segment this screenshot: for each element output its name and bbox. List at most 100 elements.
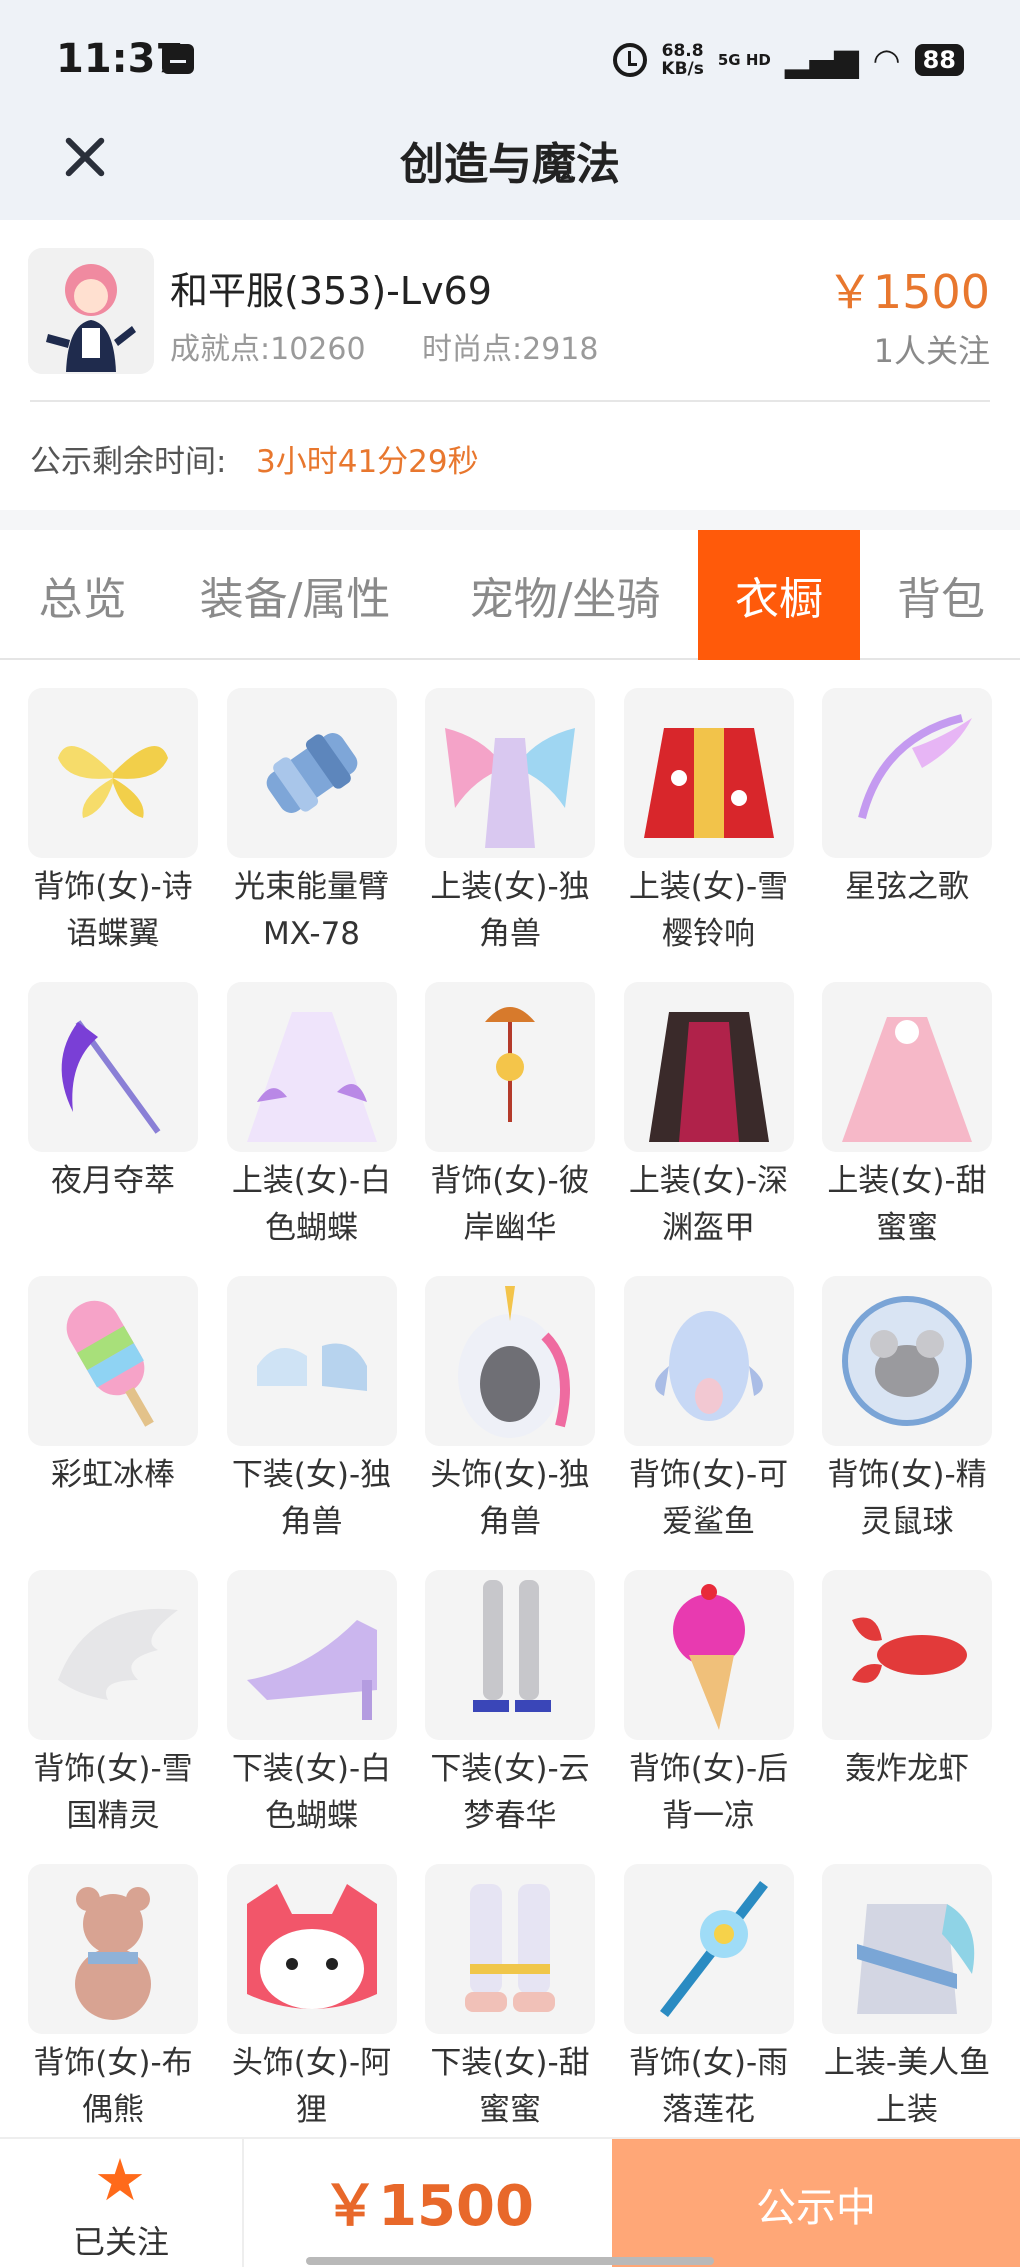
wardrobe-item-label: 上装-美人鱼上装 [823, 2045, 991, 2128]
wardrobe-item-label: 下装(女)-白色蝴蝶 [231, 1751, 392, 1834]
publicity-status-button[interactable]: 公示中 [612, 2139, 1020, 2267]
wardrobe-item[interactable]: 背饰(女)-精灵鼠球 [822, 1276, 992, 1546]
section-gap [0, 510, 1020, 530]
server-name: 和平服(353)-Lv69 [170, 269, 492, 313]
wardrobe-item[interactable]: 背饰(女)-雨落莲花 [623, 1864, 794, 2134]
signal-icon: ▂▄▆ [784, 41, 859, 79]
sandal-legs-icon [425, 1570, 595, 1740]
wardrobe-item-label: 背饰(女)-诗语蝶翼 [33, 869, 193, 952]
countdown-value: 3小时41分29秒 [256, 444, 479, 480]
countdown-label: 公示剩余时间: [30, 444, 227, 480]
wardrobe-item-label: 星弦之歌 [845, 869, 969, 905]
wardrobe-item[interactable]: 星弦之歌 [822, 688, 992, 911]
heel-shoe-icon [226, 1570, 397, 1740]
ali-fox-mask-icon [226, 1864, 397, 2034]
wardrobe-item[interactable]: 头饰(女)-独角兽 [425, 1276, 595, 1546]
energy-arm-icon [226, 688, 397, 858]
icecream-cone-icon [623, 1570, 794, 1740]
wardrobe-item[interactable]: 彩虹冰棒 [28, 1276, 198, 1499]
page-title: 创造与魔法 [400, 139, 620, 190]
mouse-ball-icon [822, 1276, 992, 1446]
tab-backpack[interactable]: 背包 [876, 530, 1006, 660]
tab-wardrobe[interactable]: 衣橱 [698, 530, 860, 660]
wardrobe-item-label: 背饰(女)-可爱鲨鱼 [628, 1457, 789, 1540]
white-boots-icon [425, 1864, 595, 2034]
wardrobe-item-label: 背饰(女)-雨落莲花 [628, 2045, 789, 2128]
unicorn-shoes-icon [226, 1276, 397, 1446]
follower-count: 1人关注 [873, 332, 990, 370]
wardrobe-item[interactable]: 上装(女)-深渊盔甲 [623, 982, 794, 1252]
snow-wing-icon [28, 1570, 198, 1740]
net-speed-value: 68.8 [661, 41, 704, 61]
tab-equipment[interactable]: 装备/属性 [180, 530, 410, 660]
wifi-icon: ◠ [872, 41, 901, 79]
tab-overview[interactable]: 总览 [10, 530, 155, 660]
account-price: ￥1500 [826, 265, 990, 319]
wardrobe-item[interactable]: 下装(女)-白色蝴蝶 [226, 1570, 397, 1840]
achievement-points: 成就点:10260 [170, 332, 366, 367]
red-kimono-icon [623, 688, 794, 858]
wardrobe-item-label: 头饰(女)-阿狸 [231, 2045, 392, 2128]
net-speed-unit: KB/s [661, 59, 704, 79]
abyss-armor-icon [623, 982, 794, 1152]
battery-icon: 88 [914, 44, 964, 76]
tab-pets[interactable]: 宠物/坐骑 [446, 530, 684, 660]
wardrobe-item-label: 背饰(女)-布偶熊 [33, 2045, 193, 2128]
lotus-staff-icon [623, 1864, 794, 2034]
wardrobe-item[interactable]: 上装(女)-白色蝴蝶 [226, 982, 397, 1252]
fan-charm-icon [425, 982, 595, 1152]
wardrobe-item[interactable]: 下装(女)-云梦春华 [425, 1570, 595, 1840]
wardrobe-item-label: 下装(女)-甜蜜蜜 [430, 2045, 590, 2128]
moon-scythe-icon [28, 982, 198, 1152]
teddy-bear-icon [28, 1864, 198, 2034]
wardrobe-item-label: 下装(女)-独角兽 [231, 1457, 392, 1540]
avatar [28, 248, 154, 374]
wardrobe-item-label: 夜月夺萃 [51, 1163, 175, 1199]
wardrobe-item[interactable]: 上装(女)-独角兽 [425, 688, 595, 958]
follow-button[interactable]: ★ 已关注 [0, 2139, 244, 2267]
wardrobe-item[interactable]: 上装(女)-雪樱铃响 [623, 688, 794, 958]
wardrobe-item-label: 轰炸龙虾 [845, 1751, 969, 1787]
follow-label: 已关注 [72, 2223, 169, 2261]
alarm-icon [613, 43, 648, 77]
wardrobe-item[interactable]: 背饰(女)-彼岸幽华 [425, 982, 595, 1252]
wardrobe-item-label: 头饰(女)-独角兽 [430, 1457, 590, 1540]
star-bow-icon [822, 688, 992, 858]
wardrobe-item[interactable]: 背饰(女)-布偶熊 [28, 1864, 198, 2134]
wardrobe-item[interactable]: 夜月夺萃 [28, 982, 198, 1205]
wardrobe-item[interactable]: 光束能量臂MX-78 [226, 688, 397, 958]
tab-bar: 总览 装备/属性 宠物/坐骑 衣橱 背包 [0, 530, 1020, 660]
wardrobe-item[interactable]: 背饰(女)-后背一凉 [623, 1570, 794, 1840]
home-indicator [306, 2257, 714, 2265]
bottom-bar: ★ 已关注 ￥1500 公示中 [0, 2137, 1020, 2267]
wardrobe-item[interactable]: 轰炸龙虾 [822, 1570, 992, 1793]
wardrobe-item-label: 背饰(女)-雪国精灵 [33, 1751, 193, 1834]
wardrobe-item-label: 背饰(女)-彼岸幽华 [430, 1163, 590, 1246]
wardrobe-item-label: 上装(女)-甜蜜蜜 [827, 1163, 987, 1246]
wardrobe-item-label: 背饰(女)-后背一凉 [628, 1751, 789, 1834]
wardrobe-item[interactable]: 背饰(女)-诗语蝶翼 [28, 688, 198, 958]
wardrobe-item[interactable]: 下装(女)-甜蜜蜜 [425, 1864, 595, 2134]
mermaid-top-icon [822, 1864, 992, 2034]
wardrobe-item[interactable]: 头饰(女)-阿狸 [226, 1864, 397, 2134]
network-type: 5G HD [717, 51, 771, 69]
wardrobe-item-label: 上装(女)-白色蝴蝶 [231, 1163, 392, 1246]
butterfly-wings-icon [28, 688, 198, 858]
white-dress-icon [226, 982, 397, 1152]
status-indicators: 68.8 KB/s 5G HD ▂▄▆ ◠ 88 [613, 38, 964, 82]
wardrobe-item-label: 上装(女)-雪樱铃响 [628, 869, 789, 952]
wardrobe-item[interactable]: 下装(女)-独角兽 [226, 1276, 397, 1546]
fashion-points: 时尚点:2918 [422, 332, 599, 367]
wardrobe-item-label: 上装(女)-深渊盔甲 [628, 1163, 789, 1246]
wardrobe-item[interactable]: 上装(女)-甜蜜蜜 [822, 982, 992, 1252]
wardrobe-item[interactable]: 背饰(女)-雪国精灵 [28, 1570, 198, 1840]
wardrobe-item[interactable]: 上装-美人鱼上装 [822, 1864, 992, 2134]
star-icon: ★ [94, 2146, 146, 2214]
unicorn-hood-icon [425, 1276, 595, 1446]
wardrobe-item-label: 下装(女)-云梦春华 [430, 1751, 590, 1834]
divider [30, 400, 990, 402]
account-summary: 和平服(353)-Lv69 成就点:10260 时尚点:2918 ￥1500 1… [0, 220, 1020, 510]
title-bar: 创造与魔法 [0, 110, 1020, 220]
wardrobe-item-label: 背饰(女)-精灵鼠球 [827, 1457, 987, 1540]
wardrobe-item[interactable]: 背饰(女)-可爱鲨鱼 [623, 1276, 794, 1546]
